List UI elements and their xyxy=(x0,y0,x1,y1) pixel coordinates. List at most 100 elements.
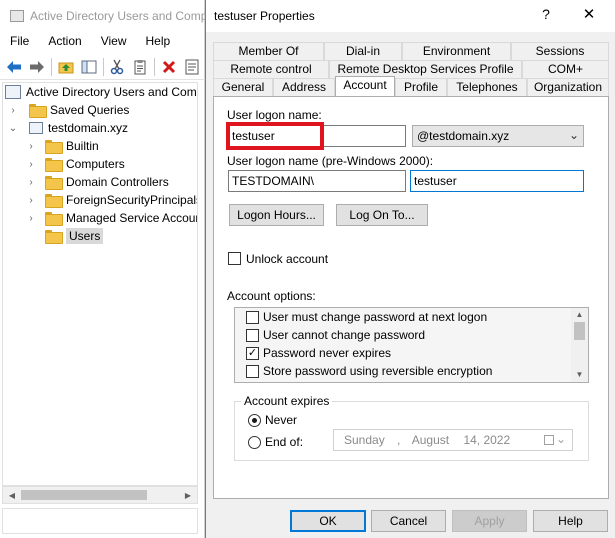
tab-environment[interactable]: Environment xyxy=(402,42,511,60)
pre2000-domain-field: TESTDOMAIN\ xyxy=(228,170,406,192)
scroll-down-icon[interactable]: ▼ xyxy=(574,370,585,380)
console-tree[interactable]: Active Directory Users and Computers › S… xyxy=(2,82,198,486)
scroll-right-icon[interactable]: ▶ xyxy=(181,489,195,501)
end-of-radio[interactable] xyxy=(248,436,261,449)
scroll-left-icon[interactable]: ◀ xyxy=(5,489,19,501)
tree-item-computers[interactable]: › Computers xyxy=(3,155,197,173)
chevron-right-icon[interactable]: › xyxy=(25,158,37,170)
end-of-label: End of: xyxy=(265,435,304,449)
list-item[interactable]: ✓ Password never expires xyxy=(235,344,571,362)
logon-hours-button[interactable]: Logon Hours... xyxy=(229,204,324,226)
account-expires-group: Account expires Never End of: Sunday , A… xyxy=(234,394,589,461)
option-checkbox[interactable] xyxy=(246,365,259,378)
unlock-account-label: Unlock account xyxy=(246,252,329,266)
tree-item-root[interactable]: Active Directory Users and Computers xyxy=(3,83,197,101)
up-folder-icon[interactable] xyxy=(56,57,76,77)
tree-item-label: Managed Service Accounts xyxy=(66,211,198,225)
tab-general[interactable]: General xyxy=(213,78,273,96)
option-label: User cannot change password xyxy=(263,328,426,342)
cancel-button[interactable]: Cancel xyxy=(371,510,446,532)
close-icon[interactable]: ✕ xyxy=(580,5,598,23)
account-options-list[interactable]: User must change password at next logon … xyxy=(234,307,589,383)
folder-icon xyxy=(45,230,63,244)
log-on-to-button[interactable]: Log On To... xyxy=(336,204,428,226)
unlock-account-checkbox[interactable] xyxy=(228,252,241,265)
chevron-right-icon[interactable]: › xyxy=(25,176,37,188)
folder-icon xyxy=(45,212,63,226)
chevron-right-icon[interactable]: › xyxy=(25,140,37,152)
tree-item-managed-service-accounts[interactable]: › Managed Service Accounts xyxy=(3,209,197,227)
aduc-title-bar: Active Directory Users and Computers xyxy=(0,0,205,32)
tab-account[interactable]: Account xyxy=(335,76,395,96)
folder-icon xyxy=(45,158,63,172)
tree-item-saved-queries[interactable]: › Saved Queries xyxy=(3,101,197,119)
scrollbar-thumb[interactable] xyxy=(21,490,147,500)
ou-folder-icon xyxy=(45,176,63,190)
apply-button: Apply xyxy=(452,510,527,532)
tab-member-of[interactable]: Member Of xyxy=(213,42,324,60)
clipboard-icon[interactable] xyxy=(130,57,150,77)
delete-icon[interactable] xyxy=(159,57,179,77)
properties-icon[interactable] xyxy=(182,57,202,77)
list-item[interactable]: Store password using reversible encrypti… xyxy=(235,362,571,380)
horizontal-scrollbar[interactable]: ◀ ▶ xyxy=(2,486,198,504)
scroll-up-icon[interactable]: ▲ xyxy=(574,310,585,320)
domain-suffix-select[interactable]: @testdomain.xyz ⌄ xyxy=(412,125,584,147)
account-tab-panel: User logon name: testuser @testdomain.xy… xyxy=(213,96,609,499)
chevron-right-icon[interactable]: › xyxy=(7,104,19,116)
tree-item-builtin[interactable]: › Builtin xyxy=(3,137,197,155)
tree-item-domain-controllers[interactable]: › Domain Controllers xyxy=(3,173,197,191)
calendar-icon xyxy=(544,435,554,445)
status-bar xyxy=(2,508,198,534)
scrollbar-thumb[interactable] xyxy=(574,322,585,340)
option-label: Password never expires xyxy=(263,346,392,360)
logon-name-label: User logon name: xyxy=(227,108,322,122)
chevron-down-icon[interactable]: ⌄ xyxy=(7,122,19,134)
help-button[interactable]: Help xyxy=(533,510,608,532)
option-checkbox[interactable] xyxy=(246,311,259,324)
options-scrollbar[interactable]: ▲ ▼ xyxy=(571,308,588,382)
aduc-app-icon xyxy=(10,10,24,22)
folder-icon xyxy=(45,140,63,154)
pre2000-username-input[interactable]: testuser xyxy=(410,170,584,192)
date-weekday: Sunday xyxy=(344,433,385,447)
dialog-title: testuser Properties xyxy=(214,9,315,23)
tab-dial-in[interactable]: Dial-in xyxy=(324,42,402,60)
properties-dialog: testuser Properties ? ✕ Member Of Dial-i… xyxy=(205,0,615,538)
console-tree-icon[interactable] xyxy=(79,57,99,77)
pre2000-label: User logon name (pre-Windows 2000): xyxy=(227,154,434,168)
help-icon[interactable]: ? xyxy=(538,6,554,22)
account-options-label: Account options: xyxy=(227,289,316,303)
back-arrow-icon[interactable] xyxy=(4,57,24,77)
tree-item-label: Saved Queries xyxy=(50,103,130,117)
tab-profile[interactable]: Profile xyxy=(395,78,447,96)
menu-action[interactable]: Action xyxy=(38,32,90,52)
toolbar-separator xyxy=(50,57,52,76)
cut-icon[interactable] xyxy=(108,57,128,77)
option-checkbox[interactable]: ✓ xyxy=(246,347,259,360)
chevron-right-icon[interactable]: › xyxy=(25,212,37,224)
list-item[interactable]: User cannot change password xyxy=(235,326,571,344)
logon-name-input[interactable]: testuser xyxy=(228,125,406,147)
tree-item-users[interactable]: Users xyxy=(3,227,197,245)
tree-item-domain[interactable]: ⌄ testdomain.xyz xyxy=(3,119,197,137)
chevron-right-icon[interactable]: › xyxy=(25,194,37,206)
tree-item-foreign-security-principals[interactable]: › ForeignSecurityPrincipals xyxy=(3,191,197,209)
option-checkbox[interactable] xyxy=(246,329,259,342)
tree-item-label: Active Directory Users and Computers xyxy=(26,85,197,99)
tab-address[interactable]: Address xyxy=(273,78,335,96)
tab-remote-control[interactable]: Remote control xyxy=(213,60,329,78)
ok-button[interactable]: OK xyxy=(290,510,366,532)
menu-help[interactable]: Help xyxy=(136,32,180,52)
tree-item-label: testdomain.xyz xyxy=(48,121,129,135)
directory-icon xyxy=(5,85,21,99)
never-radio[interactable] xyxy=(248,414,261,427)
tab-organization[interactable]: Organization xyxy=(527,78,609,96)
forward-arrow-icon[interactable] xyxy=(27,57,47,77)
tab-sessions[interactable]: Sessions xyxy=(511,42,609,60)
tab-telephones[interactable]: Telephones xyxy=(447,78,527,96)
tab-com-plus[interactable]: COM+ xyxy=(522,60,609,78)
menu-file[interactable]: File xyxy=(0,32,38,52)
menu-view[interactable]: View xyxy=(91,32,136,52)
list-item[interactable]: User must change password at next logon xyxy=(235,308,571,326)
